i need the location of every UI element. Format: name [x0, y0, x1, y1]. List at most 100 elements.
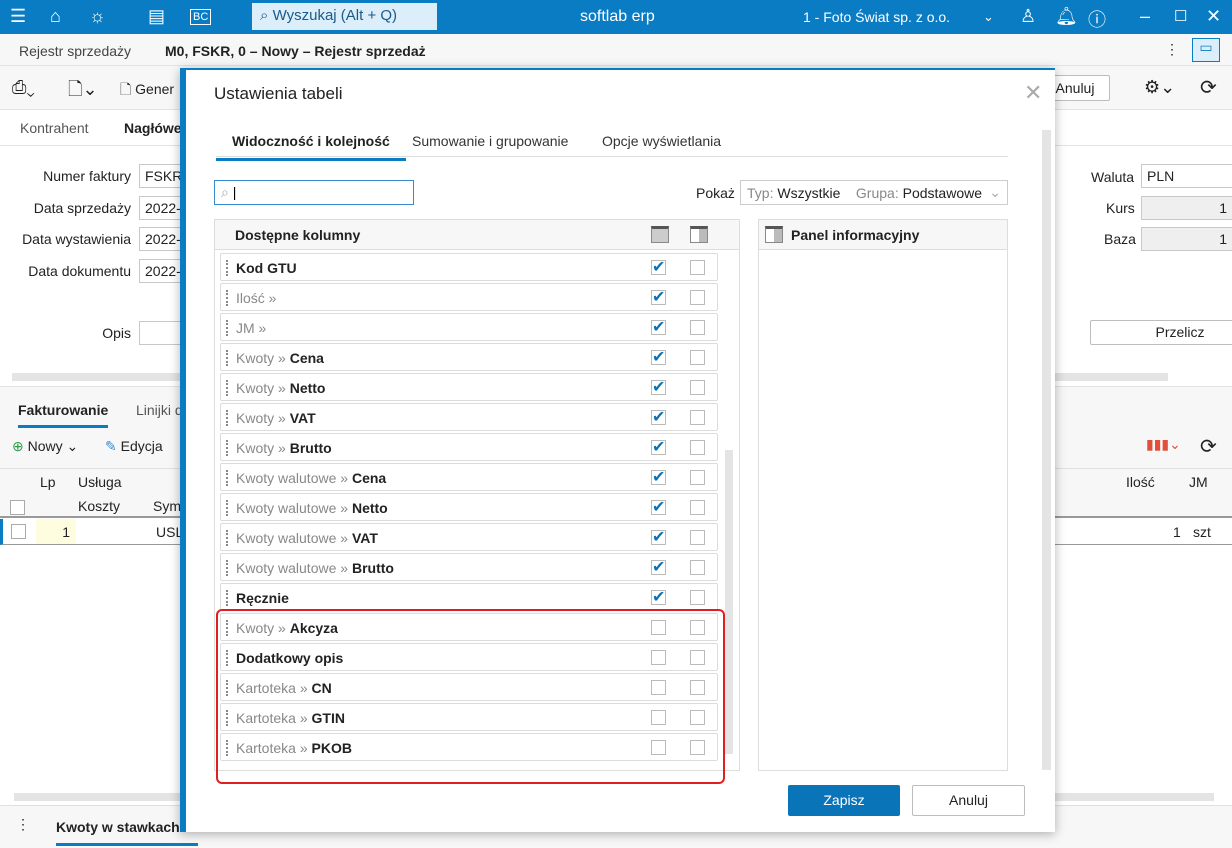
- column-row[interactable]: Kwoty walutowe » Cena: [220, 463, 718, 491]
- drag-handle-icon[interactable]: [226, 320, 228, 336]
- user-icon[interactable]: ♙: [1020, 6, 1036, 27]
- info-panel-checkbox[interactable]: [690, 470, 705, 485]
- info-panel-checkbox[interactable]: [690, 560, 705, 575]
- refresh-icon[interactable]: ⟳: [1200, 434, 1217, 459]
- home-icon[interactable]: ⌂: [50, 6, 61, 27]
- drag-handle-icon[interactable]: [226, 410, 228, 426]
- waluta-field[interactable]: PLN: [1141, 164, 1232, 188]
- company-selector[interactable]: 1 - Foto Świat sp. z o.o.: [803, 9, 950, 25]
- col-ilosc[interactable]: Ilość: [1126, 474, 1155, 490]
- col-sym[interactable]: Sym: [153, 498, 181, 514]
- chart-icon[interactable]: ▮▮▮⌄: [1146, 436, 1181, 453]
- info-panel-checkbox[interactable]: [690, 260, 705, 275]
- grid-visible-checkbox[interactable]: [651, 497, 666, 517]
- column-row[interactable]: Ręcznie: [220, 583, 718, 611]
- chevron-down-icon[interactable]: ⌄: [983, 9, 994, 25]
- column-row[interactable]: Kwoty » Cena: [220, 343, 718, 371]
- column-row[interactable]: Kwoty » VAT: [220, 403, 718, 431]
- bell-icon[interactable]: 🔔︎: [1055, 6, 1078, 27]
- list-scrollbar[interactable]: [725, 450, 733, 754]
- grid-visible-checkbox[interactable]: [651, 377, 666, 397]
- tab-visibility[interactable]: Widoczność i kolejność: [216, 133, 406, 161]
- drag-handle-icon[interactable]: [226, 530, 228, 546]
- grid-visible-checkbox[interactable]: [651, 467, 666, 487]
- tab-summing[interactable]: Sumowanie i grupowanie: [412, 133, 568, 149]
- more-icon[interactable]: ⋮: [16, 816, 30, 833]
- info-panel-checkbox[interactable]: [690, 320, 705, 335]
- more-icon[interactable]: ⋮: [1165, 41, 1179, 58]
- column-prefix: Kwoty »: [236, 380, 286, 396]
- new-button[interactable]: ⊕ Nowy ⌄: [12, 438, 78, 455]
- drag-handle-icon[interactable]: [226, 470, 228, 486]
- grid-visible-checkbox[interactable]: [651, 407, 666, 427]
- tab-display-options[interactable]: Opcje wyświetlania: [602, 133, 721, 149]
- drag-handle-icon[interactable]: [226, 290, 228, 306]
- info-panel-checkbox[interactable]: [690, 410, 705, 425]
- info-panel-checkbox[interactable]: [690, 350, 705, 365]
- tab-kwoty-vat[interactable]: Kwoty w stawkach V: [56, 819, 198, 846]
- column-row[interactable]: Kod GTU: [220, 253, 718, 281]
- bc-icon[interactable]: BC: [190, 9, 212, 25]
- drag-handle-icon[interactable]: [226, 500, 228, 516]
- print-icon[interactable]: ⎙⌄: [12, 77, 35, 98]
- drag-handle-icon[interactable]: [226, 440, 228, 456]
- tab-rejestr[interactable]: Rejestr sprzedaży: [19, 43, 131, 59]
- column-search-input[interactable]: ⌕ |: [214, 180, 414, 205]
- drag-handle-icon[interactable]: [226, 350, 228, 366]
- tab-kontrahent[interactable]: Kontrahent: [20, 120, 89, 136]
- przelicz-button[interactable]: Przelicz: [1090, 320, 1232, 345]
- close-icon[interactable]: ✕: [1024, 80, 1042, 106]
- grid-visible-checkbox[interactable]: [651, 347, 666, 367]
- col-koszty[interactable]: Koszty: [78, 498, 120, 514]
- column-row[interactable]: Ilość »: [220, 283, 718, 311]
- col-jm[interactable]: JM: [1189, 474, 1208, 490]
- info-panel-checkbox[interactable]: [690, 590, 705, 605]
- grid-visible-checkbox[interactable]: [651, 287, 666, 307]
- drag-handle-icon[interactable]: [226, 260, 228, 276]
- tab-fakturowanie[interactable]: Fakturowanie: [18, 402, 109, 428]
- grid-visible-checkbox[interactable]: [651, 527, 666, 547]
- column-row[interactable]: Kwoty » Brutto: [220, 433, 718, 461]
- grid-visible-checkbox[interactable]: [651, 587, 666, 607]
- grid-visible-checkbox[interactable]: [651, 257, 666, 277]
- col-lp[interactable]: Lp: [40, 474, 56, 490]
- generate-button[interactable]: 🗋 Gener: [120, 79, 174, 103]
- minimize-icon[interactable]: –: [1140, 6, 1150, 27]
- dialog-scrollbar[interactable]: [1042, 130, 1051, 770]
- drag-handle-icon[interactable]: [226, 590, 228, 606]
- search-input[interactable]: ⌕ Wyszukaj (Alt + Q): [252, 3, 437, 30]
- info-panel-checkbox[interactable]: [690, 500, 705, 515]
- show-filter-dropdown[interactable]: Typ: Wszystkie Grupa: Podstawowe ⌄: [740, 180, 1008, 205]
- chat-icon[interactable]: ▭: [1192, 38, 1220, 62]
- grid-visible-checkbox[interactable]: [651, 437, 666, 457]
- document-settings-icon[interactable]: 🗋⌄: [68, 77, 98, 107]
- column-row[interactable]: Kwoty » Netto: [220, 373, 718, 401]
- info-panel-checkbox[interactable]: [690, 290, 705, 305]
- edit-button[interactable]: ✎ Edycja: [105, 438, 163, 455]
- info-panel-checkbox[interactable]: [690, 380, 705, 395]
- column-row[interactable]: JM »: [220, 313, 718, 341]
- column-row[interactable]: Kwoty walutowe » VAT: [220, 523, 718, 551]
- info-panel-checkbox[interactable]: [690, 530, 705, 545]
- col-usluga[interactable]: Usługa: [78, 474, 122, 490]
- maximize-icon[interactable]: ☐: [1174, 7, 1187, 25]
- close-icon[interactable]: ✕: [1206, 6, 1221, 27]
- column-row[interactable]: Kwoty walutowe » Netto: [220, 493, 718, 521]
- drag-handle-icon[interactable]: [226, 380, 228, 396]
- menu-icon[interactable]: ☰: [10, 6, 26, 27]
- news-icon[interactable]: ▤: [148, 6, 165, 27]
- select-all-checkbox[interactable]: [10, 500, 25, 515]
- gear-icon[interactable]: ⚙⌄: [1144, 77, 1175, 98]
- cancel-button[interactable]: Anuluj: [912, 785, 1025, 816]
- grid-visible-checkbox[interactable]: [651, 557, 666, 577]
- column-row[interactable]: Kwoty walutowe » Brutto: [220, 553, 718, 581]
- refresh-icon[interactable]: ⟳: [1200, 75, 1217, 100]
- info-panel-checkbox[interactable]: [690, 440, 705, 455]
- save-button[interactable]: Zapisz: [788, 785, 900, 816]
- tab-linijki[interactable]: Linijki d: [136, 402, 183, 418]
- help-icon[interactable]: ⓘ: [1088, 6, 1106, 32]
- row-checkbox[interactable]: [11, 524, 26, 539]
- drag-handle-icon[interactable]: [226, 560, 228, 576]
- lightbulb-icon[interactable]: ☼: [89, 6, 106, 27]
- grid-visible-checkbox[interactable]: [651, 317, 666, 337]
